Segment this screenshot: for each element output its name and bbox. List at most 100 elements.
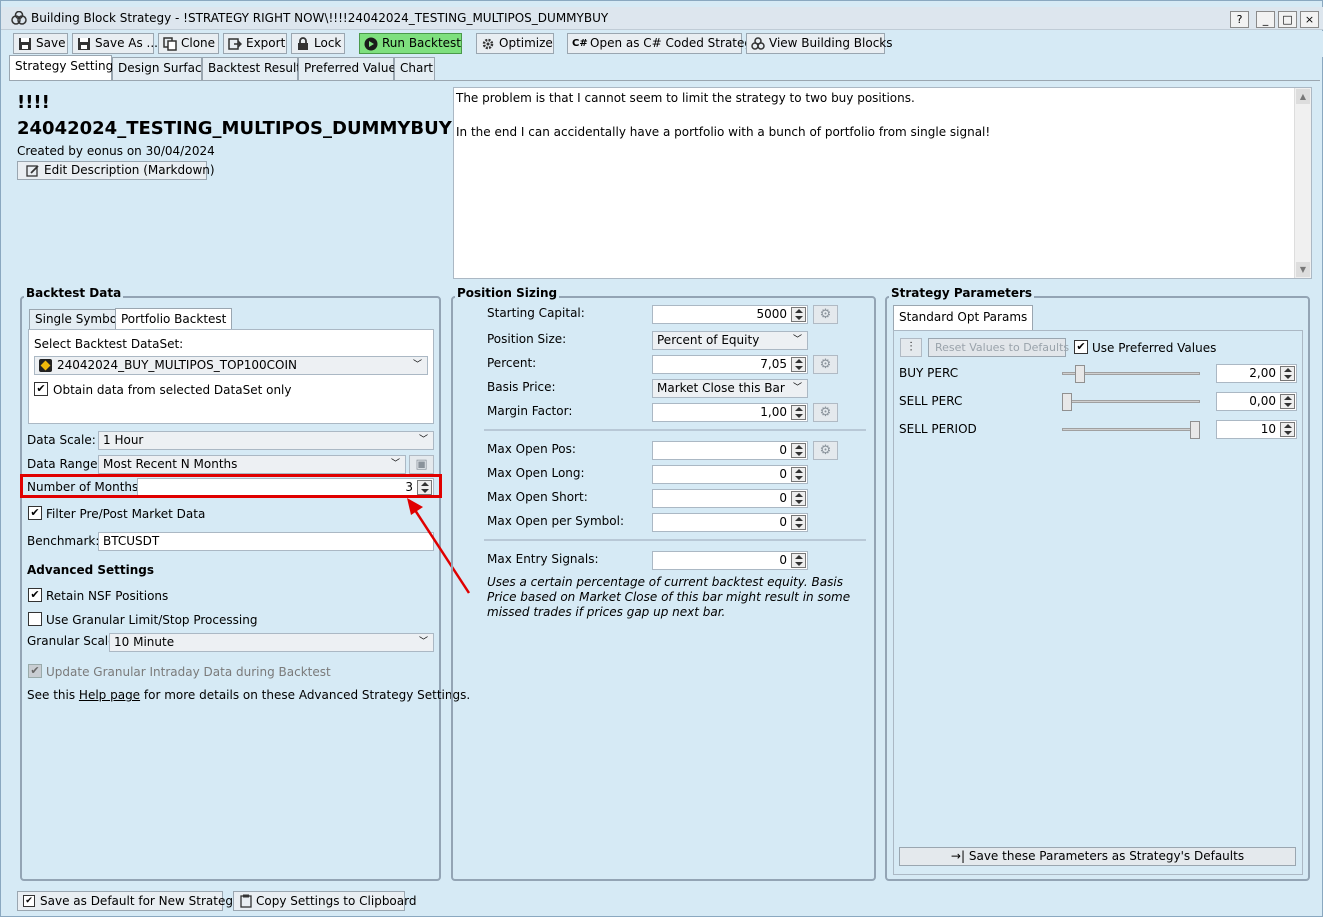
- percent-spinner[interactable]: [791, 357, 806, 372]
- maximize-button[interactable]: □: [1278, 11, 1297, 28]
- description-scrollbar[interactable]: ▲ ▼: [1294, 88, 1311, 278]
- data-range-label: Data Range:: [27, 457, 102, 471]
- check-icon: ✔: [23, 895, 35, 907]
- lock-button[interactable]: Lock: [291, 33, 345, 54]
- param-value-input[interactable]: 0,00: [1216, 392, 1297, 411]
- granular-processing-checkbox[interactable]: [28, 612, 42, 626]
- granular-scale-select[interactable]: 10 Minute ﹀: [109, 633, 434, 652]
- max-open-symbol-input[interactable]: 0: [652, 513, 808, 532]
- gear-icon[interactable]: ⚙: [813, 403, 838, 422]
- tab-chart[interactable]: Chart: [394, 57, 435, 80]
- view-blocks-button[interactable]: View Building Blocks: [746, 33, 893, 54]
- filter-checkbox[interactable]: ✔: [28, 506, 42, 520]
- strategy-parameters-title: Strategy Parameters: [889, 286, 1035, 300]
- gear-icon[interactable]: ⚙: [813, 441, 838, 460]
- gear-icon: [482, 38, 494, 50]
- close-button[interactable]: ×: [1300, 11, 1319, 28]
- chevron-down-icon: ﹀: [412, 360, 422, 370]
- max-open-long-input[interactable]: 0: [652, 465, 808, 484]
- tab-preferred-values[interactable]: Preferred Values: [298, 57, 402, 80]
- view-blocks-label: View Building Blocks: [769, 36, 893, 50]
- max-open-short-input[interactable]: 0: [652, 489, 808, 508]
- obtain-only-checkbox[interactable]: ✔: [34, 382, 48, 396]
- position-size-value: Percent of Equity: [657, 333, 760, 347]
- param-value: 2,00: [1249, 366, 1276, 380]
- update-granular-label: Update Granular Intraday Data during Bac…: [46, 665, 331, 679]
- scroll-up-icon[interactable]: ▲: [1296, 89, 1310, 104]
- save-param-defaults-button[interactable]: →| Save these Parameters as Strategy's D…: [899, 847, 1296, 866]
- position-size-select[interactable]: Percent of Equity ﹀: [652, 331, 808, 350]
- param-slider-thumb[interactable]: [1062, 393, 1072, 411]
- run-backtest-button[interactable]: Run Backtest: [359, 33, 462, 54]
- margin-factor-input[interactable]: 1,00: [652, 403, 808, 422]
- benchmark-input[interactable]: BTCUSDT: [98, 532, 434, 551]
- copy-settings-button[interactable]: Copy Settings to Clipboard: [233, 891, 416, 911]
- param-value-input[interactable]: 10: [1216, 420, 1297, 439]
- max-open-long-spinner[interactable]: [791, 467, 806, 482]
- max-open-short-spinner[interactable]: [791, 491, 806, 506]
- run-backtest-label: Run Backtest: [382, 36, 462, 50]
- use-preferred-checkbox[interactable]: ✔: [1074, 340, 1088, 354]
- title-bar: Building Block Strategy - !STRATEGY RIGH…: [1, 7, 1323, 30]
- backtest-dataset-panel: Select Backtest DataSet: 24042024_BUY_MU…: [28, 329, 434, 424]
- param-slider-thumb[interactable]: [1075, 365, 1085, 383]
- help-button[interactable]: ?: [1230, 11, 1249, 28]
- save-range-icon[interactable]: ▣: [409, 455, 434, 474]
- param-slider[interactable]: [1062, 428, 1200, 431]
- dataset-select[interactable]: 24042024_BUY_MULTIPOS_TOP100COIN ﹀: [34, 356, 428, 375]
- param-slider-thumb[interactable]: [1190, 421, 1200, 439]
- param-slider[interactable]: [1062, 400, 1200, 403]
- minimize-button[interactable]: _: [1256, 11, 1275, 28]
- edit-description-button[interactable]: Edit Description (Markdown): [17, 161, 215, 180]
- param-value-input[interactable]: 2,00: [1216, 364, 1297, 383]
- param-spinner[interactable]: [1280, 394, 1295, 409]
- margin-factor-spinner[interactable]: [791, 405, 806, 420]
- gear-icon[interactable]: ⚙: [813, 355, 838, 374]
- param-name: SELL PERC: [899, 394, 963, 408]
- gear-icon[interactable]: ⚙: [813, 305, 838, 324]
- param-spinner[interactable]: [1280, 422, 1295, 437]
- tab-standard-opt-params[interactable]: Standard Opt Params: [893, 305, 1034, 330]
- basis-price-select[interactable]: Market Close this Bar ﹀: [652, 379, 808, 398]
- tab-single-symbol[interactable]: Single Symbol: [29, 309, 127, 330]
- scroll-down-icon[interactable]: ▼: [1296, 262, 1310, 277]
- param-spinner[interactable]: [1280, 366, 1295, 381]
- percent-value: 7,05: [760, 357, 787, 371]
- param-value: 10: [1260, 422, 1276, 436]
- save-as-button[interactable]: Save As ...: [72, 33, 158, 54]
- floppy-icon: [78, 38, 90, 50]
- open-csharp-button[interactable]: C# Open as C# Coded Strategy: [567, 33, 759, 54]
- data-range-select[interactable]: Most Recent N Months ﹀: [98, 455, 406, 474]
- max-open-pos-spinner[interactable]: [791, 443, 806, 458]
- max-entry-input[interactable]: 0: [652, 551, 808, 570]
- toolbar: Save Save As ... Clone Export Lock Run B…: [1, 31, 1323, 57]
- update-granular-checkbox[interactable]: ✔: [28, 664, 42, 678]
- tab-portfolio-backtest[interactable]: Portfolio Backtest: [115, 308, 233, 330]
- starting-capital-input[interactable]: 5000: [652, 305, 808, 324]
- data-scale-select[interactable]: 1 Hour ﹀: [98, 431, 434, 450]
- save-default-button[interactable]: ✔ Save as Default for New Strategies: [17, 891, 250, 911]
- help-page-link[interactable]: Help page: [79, 688, 140, 702]
- max-entry-spinner[interactable]: [791, 553, 806, 568]
- max-open-pos-input[interactable]: 0: [652, 441, 808, 460]
- starting-capital-spinner[interactable]: [791, 307, 806, 322]
- highlight-box: [20, 474, 442, 498]
- clone-button[interactable]: Clone: [158, 33, 219, 54]
- save-button[interactable]: Save: [13, 33, 68, 54]
- description-box[interactable]: The problem is that I cannot seem to lim…: [453, 87, 1312, 279]
- tab-strategy-settings[interactable]: Strategy Settings: [9, 55, 119, 81]
- lock-icon: [298, 37, 308, 50]
- optimize-button[interactable]: Optimize: [476, 33, 554, 54]
- reset-defaults-button[interactable]: Reset Values to Defaults: [928, 338, 1069, 357]
- granular-scale-label: Granular Scale: [27, 634, 116, 648]
- max-open-pos-value: 0: [779, 443, 787, 457]
- position-size-label: Position Size:: [487, 332, 567, 346]
- max-open-symbol-spinner[interactable]: [791, 515, 806, 530]
- retain-nsf-checkbox[interactable]: ✔: [28, 588, 42, 602]
- select-dataset-label: Select Backtest DataSet:: [34, 337, 184, 351]
- sliders-icon[interactable]: ⫶: [900, 338, 922, 357]
- export-button[interactable]: Export: [223, 33, 287, 54]
- tab-design-surface[interactable]: Design Surface: [112, 57, 209, 80]
- tab-backtest-results[interactable]: Backtest Results: [202, 57, 307, 80]
- percent-input[interactable]: 7,05: [652, 355, 808, 374]
